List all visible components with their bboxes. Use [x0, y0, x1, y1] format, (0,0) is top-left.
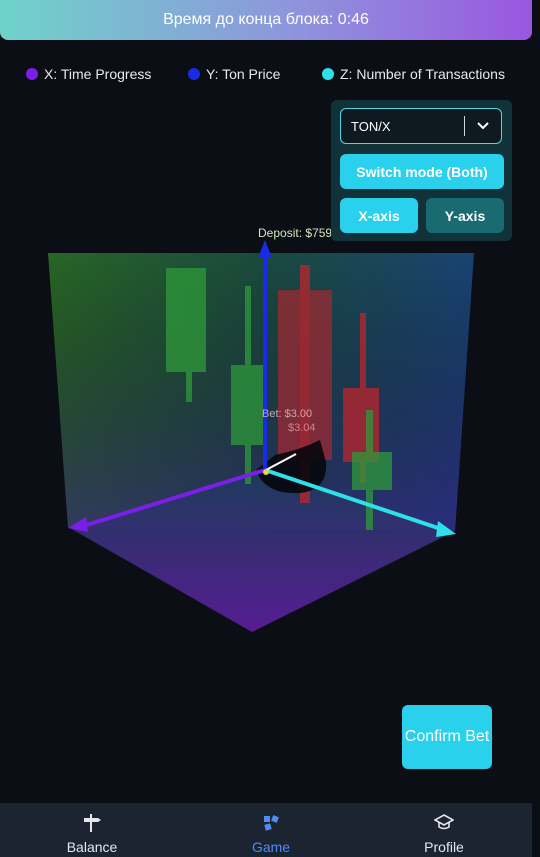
bet-label-overlay: $3.04 [288, 422, 316, 434]
legend-dot-icon [188, 68, 200, 80]
graduation-cap-icon [434, 811, 454, 835]
legend-item-z: Z: Number of Transactions [322, 66, 505, 82]
legend-dot-icon [26, 68, 38, 80]
legend-item-x: X: Time Progress [26, 66, 188, 82]
game-icon [262, 811, 280, 835]
origin-point [263, 469, 269, 475]
pair-select-value: TON/X [351, 118, 391, 134]
legend-item-y: Y: Ton Price [188, 66, 322, 82]
controls-panel: TON/X Switch mode (Both) X-axis Y-axis [331, 100, 512, 241]
switch-mode-button[interactable]: Switch mode (Both) [340, 154, 504, 189]
bottom-tab-bar: Balance Game Profile [0, 803, 532, 857]
tab-game[interactable]: Game [211, 803, 331, 857]
bet-label: Bet: $3.00 [262, 408, 312, 420]
tab-profile[interactable]: Profile [384, 803, 504, 857]
axis-legend: X: Time Progress Y: Ton Price Z: Number … [26, 64, 526, 84]
legend-label: X: Time Progress [44, 66, 152, 82]
tab-label: Game [251, 839, 291, 855]
legend-label: Z: Number of Transactions [340, 66, 505, 82]
y-axis-button[interactable]: Y-axis [426, 198, 504, 233]
legend-dot-icon [322, 68, 334, 80]
block-timer-bar: Время до конца блока: 0:46 [0, 0, 532, 40]
chevron-down-icon[interactable] [465, 109, 501, 143]
block-timer-text: Время до конца блока: 0:46 [163, 11, 369, 28]
x-axis-button[interactable]: X-axis [340, 198, 418, 233]
signpost-icon [82, 811, 102, 835]
tab-label: Balance [66, 839, 118, 855]
viewport-edge [532, 0, 540, 857]
legend-label: Y: Ton Price [206, 66, 281, 82]
confirm-bet-button[interactable]: Confirm Bet [402, 705, 492, 769]
pair-select[interactable]: TON/X [340, 108, 502, 144]
y-axis-head [258, 240, 272, 258]
tab-balance[interactable]: Balance [32, 803, 152, 857]
tab-label: Profile [424, 839, 464, 855]
